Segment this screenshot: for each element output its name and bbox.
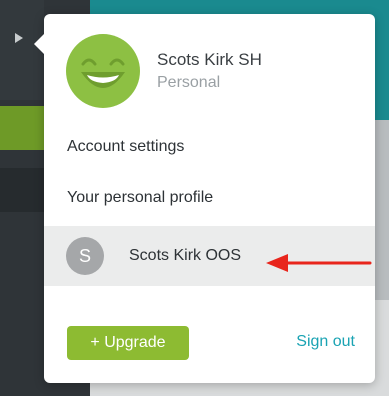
sidebar-band (0, 168, 44, 212)
switch-account-name: Scots Kirk OOS (129, 247, 242, 264)
menu-item-account-settings[interactable]: Account settings (67, 138, 184, 156)
account-header: Scots Kirk SH Personal (66, 34, 262, 108)
popover-caret (34, 34, 44, 54)
red-arrow-icon (266, 253, 372, 278)
sign-out-link[interactable]: Sign out (296, 333, 355, 351)
popover-footer: + Upgrade Sign out (44, 286, 375, 383)
account-name: Scots Kirk SH (157, 49, 262, 69)
account-type: Personal (157, 73, 221, 91)
switch-account-avatar: S (66, 237, 104, 275)
account-menu-popover: Scots Kirk SH Personal Account settings … (34, 14, 375, 383)
sidebar-active-item (0, 106, 44, 150)
expand-arrow-icon[interactable] (12, 30, 26, 46)
app-background: Scots Kirk SH Personal Account settings … (0, 0, 389, 396)
smiley-face-icon (66, 34, 140, 108)
menu-item-personal-profile[interactable]: Your personal profile (67, 189, 213, 207)
upgrade-button[interactable]: + Upgrade (67, 326, 189, 360)
